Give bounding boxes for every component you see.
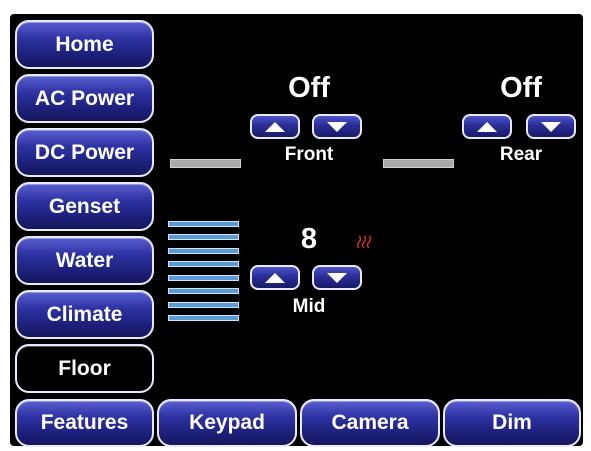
arrow-up-icon [265,121,285,132]
level-meter-segment [168,234,239,241]
nav-features-button[interactable]: Features [15,399,154,447]
mid-down-button[interactable] [312,265,362,290]
level-meter-segment [168,314,239,321]
nav-water-button[interactable]: Water [15,236,154,285]
dim-button[interactable]: Dim [443,399,581,447]
rear-down-button[interactable] [526,114,576,139]
nav-dc-power-button[interactable]: DC Power [15,128,154,177]
front-label: Front [284,144,334,165]
camera-button[interactable]: Camera [300,399,440,447]
arrow-up-icon [477,121,497,132]
nav-ac-power-button[interactable]: AC Power [15,74,154,123]
nav-home-button[interactable]: Home [15,20,154,69]
arrow-down-icon [541,121,561,132]
level-meter-segment [168,247,239,254]
front-status-text: Off [288,72,330,104]
nav-climate-button[interactable]: Climate [15,290,154,339]
level-meter-segment [168,261,239,268]
mid-level-meter [168,221,239,321]
rear-status-text: Off [500,72,542,104]
mid-label: Mid [292,296,326,317]
level-meter-segment [168,301,239,308]
level-meter-segment [168,274,239,281]
front-idle-bar [170,159,241,168]
mid-level-text: 8 [300,223,318,255]
arrow-down-icon [327,272,347,283]
nav-floor-button[interactable]: Floor [15,344,154,393]
rear-up-button[interactable] [462,114,512,139]
arrow-down-icon [327,121,347,132]
heat-waves-icon [357,235,372,249]
level-meter-segment [168,221,239,227]
rear-label: Rear [499,144,543,165]
mid-up-button[interactable] [250,265,300,290]
keypad-button[interactable]: Keypad [157,399,297,447]
screen: Home AC Power DC Power Genset Water Clim… [0,0,591,451]
rear-idle-bar [383,159,454,168]
level-meter-segment [168,288,239,295]
front-down-button[interactable] [312,114,362,139]
front-up-button[interactable] [250,114,300,139]
nav-genset-button[interactable]: Genset [15,182,154,231]
arrow-up-icon [265,272,285,283]
